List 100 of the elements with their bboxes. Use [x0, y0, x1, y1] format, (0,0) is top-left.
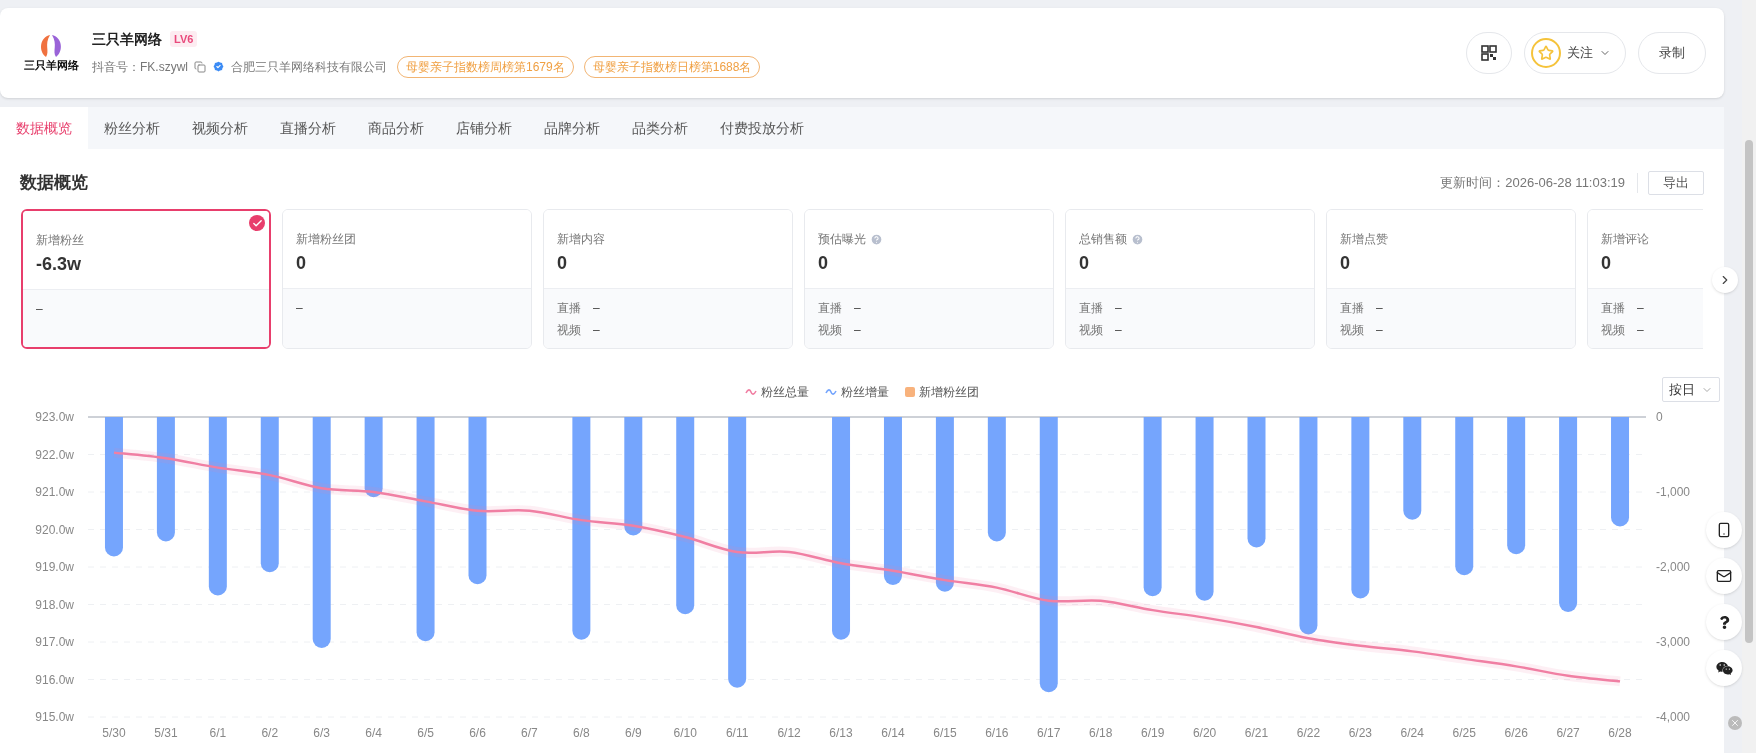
detail-value: – [1376, 300, 1383, 317]
metric-card[interactable]: 新增内容 0 直播 – 视频 – [543, 209, 793, 349]
detail-value: – [296, 300, 303, 317]
account-id: 抖音号：FK.szywl [92, 58, 188, 76]
help-icon[interactable] [1706, 604, 1742, 640]
axis-label: -1,000 [1656, 485, 1691, 499]
export-button[interactable]: 导出 [1648, 171, 1704, 195]
follow-button[interactable]: 关注 [1524, 32, 1626, 74]
section-title: 数据概览 [20, 172, 88, 195]
metric-card[interactable]: 新增评论 0 直播 – 视频 – [1587, 209, 1703, 349]
axis-label: 6/15 [933, 726, 957, 740]
axis-label: 6/26 [1504, 726, 1528, 740]
axis-label: -4,000 [1656, 710, 1691, 724]
axis-label: 6/12 [777, 726, 801, 740]
axis-label: 917.0w [35, 635, 74, 649]
axis-label: 6/7 [521, 726, 538, 740]
legend-square-icon [905, 387, 915, 397]
detail-value: – [1637, 322, 1644, 339]
metric-label: 预估曝光 [818, 231, 866, 248]
axis-label: 0 [1656, 410, 1663, 424]
axis-label: 6/23 [1348, 726, 1373, 740]
axis-label: 6/19 [1140, 726, 1165, 740]
tab[interactable]: 品牌分析 [528, 107, 616, 149]
detail-label: 直播 [1340, 300, 1364, 317]
close-icon[interactable] [1728, 716, 1742, 730]
detail-value: – [36, 301, 43, 318]
axis-label: 923.0w [35, 410, 74, 424]
axis-label: 6/1 [209, 726, 227, 740]
axis-label: 6/3 [313, 726, 331, 740]
axis-label: 6/9 [624, 726, 642, 740]
axis-label: 920.0w [35, 522, 74, 537]
axis-label: 5/31 [154, 726, 178, 740]
axis-label: 6/4 [365, 726, 382, 740]
tab[interactable]: 品类分析 [616, 107, 704, 149]
axis-label: 6/24 [1400, 726, 1424, 740]
axis-label: -3,000 [1656, 635, 1691, 649]
detail-label: 视频 [1079, 322, 1103, 339]
axis-label: 6/28 [1608, 726, 1632, 740]
axis-label: 6/6 [469, 726, 486, 740]
logo-text: 三只羊网络 [23, 59, 79, 73]
verified-icon [212, 60, 225, 73]
axis-label: 6/10 [673, 726, 697, 740]
detail-label: 直播 [557, 300, 581, 317]
metric-value: 0 [1340, 252, 1351, 275]
axis-label: 6/21 [1244, 726, 1269, 740]
detail-value: – [593, 300, 600, 317]
tab[interactable]: 店铺分析 [440, 107, 528, 149]
axis-label: 6/5 [417, 726, 434, 740]
detail-label: 视频 [557, 322, 581, 339]
record-button[interactable]: 录制 [1638, 32, 1706, 74]
phone-icon[interactable] [1706, 512, 1742, 548]
update-time: 更新时间：2026-06-28 11:03:19 [1440, 173, 1638, 193]
metric-value: 0 [557, 252, 568, 275]
axis-label: 6/17 [1037, 726, 1061, 740]
axis-label: -2,000 [1656, 560, 1691, 574]
legend-label[interactable]: 粉丝总量 [761, 383, 809, 401]
metric-card[interactable]: 新增粉丝团 0 – [282, 209, 532, 349]
metric-value: 0 [296, 252, 307, 275]
detail-value: – [1115, 322, 1122, 339]
axis-label: 6/11 [725, 726, 749, 740]
period-select[interactable]: 按日 [1662, 377, 1720, 402]
tab[interactable]: 视频分析 [176, 107, 264, 149]
metric-card[interactable]: 总销售额 0 直播 – 视频 – [1065, 209, 1315, 349]
qr-code-icon [1481, 45, 1497, 61]
metric-value: -6.3w [36, 253, 83, 276]
axis-label: 6/18 [1089, 726, 1113, 740]
copy-icon[interactable] [194, 60, 206, 73]
axis-label: 919.0w [35, 560, 74, 574]
wechat-icon[interactable] [1706, 650, 1742, 686]
tab[interactable]: 商品分析 [352, 107, 440, 149]
axis-label: 6/25 [1452, 726, 1476, 740]
legend-label[interactable]: 粉丝增量 [841, 383, 889, 401]
detail-label: 视频 [1340, 322, 1364, 339]
tab[interactable]: 数据概览 [0, 107, 88, 149]
company-name: 合肥三只羊网络科技有限公司 [231, 58, 387, 76]
detail-value: – [854, 300, 861, 317]
axis-label: 915.0w [35, 710, 74, 724]
axis-label: 921.0w [35, 485, 74, 499]
metric-label: 新增粉丝团 [296, 231, 356, 248]
qr-code-button[interactable] [1466, 32, 1512, 74]
account-name: 三只羊网络 [92, 29, 162, 49]
metric-card[interactable]: 新增粉丝 -6.3w – [21, 209, 271, 349]
tab[interactable]: 粉丝分析 [88, 107, 176, 149]
axis-label: 6/8 [573, 726, 590, 740]
detail-value: – [593, 322, 600, 339]
metric-card[interactable]: 预估曝光 0 直播 – 视频 – [804, 209, 1054, 349]
mail-icon[interactable] [1706, 558, 1742, 594]
detail-value: – [854, 322, 861, 339]
metric-value: 0 [818, 252, 829, 275]
detail-label: 视频 [1601, 322, 1625, 339]
tab[interactable]: 直播分析 [264, 107, 352, 149]
metric-label: 新增点赞 [1340, 231, 1388, 248]
axis-label: 922.0w [35, 447, 74, 462]
detail-value: – [1376, 322, 1383, 339]
metric-card[interactable]: 新增点赞 0 直播 – 视频 – [1326, 209, 1576, 349]
detail-label: 直播 [1601, 300, 1625, 317]
legend-label[interactable]: 新增粉丝团 [919, 383, 979, 401]
tab[interactable]: 付费投放分析 [704, 107, 820, 149]
next-arrow-button[interactable] [1712, 267, 1738, 293]
detail-label: 直播 [818, 300, 842, 317]
